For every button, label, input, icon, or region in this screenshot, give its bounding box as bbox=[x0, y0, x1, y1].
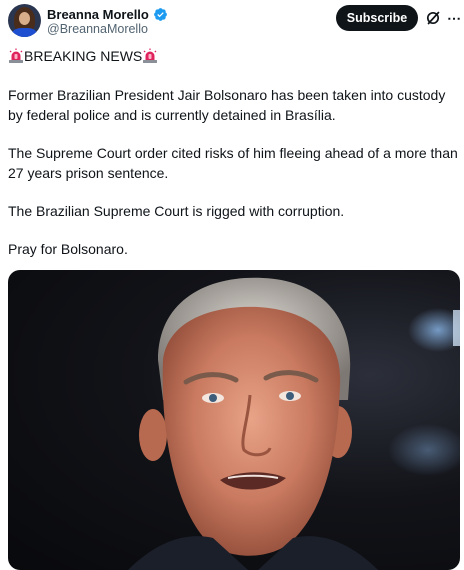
photo-portrait bbox=[128, 277, 460, 570]
post-paragraph: The Brazilian Supreme Court is rigged wi… bbox=[8, 203, 345, 219]
more-options-icon[interactable]: ⋯ bbox=[447, 10, 461, 26]
post-paragraph: Former Brazilian President Jair Bolsonar… bbox=[8, 87, 446, 123]
avatar[interactable] bbox=[8, 4, 41, 37]
post-paragraph: Pray for Bolsonaro. bbox=[8, 241, 128, 257]
author-name-row: Breanna Morello bbox=[47, 5, 168, 23]
siren-emoji-icon bbox=[143, 48, 158, 63]
verified-badge-icon bbox=[153, 7, 167, 21]
author-display-name[interactable]: Breanna Morello bbox=[47, 7, 149, 22]
post-paragraph: The Supreme Court order cited risks of h… bbox=[8, 145, 458, 181]
subscribe-button[interactable]: Subscribe bbox=[336, 5, 418, 31]
post-headline: BREAKING NEWS bbox=[8, 47, 460, 67]
avatar-shirt bbox=[12, 28, 37, 37]
author-handle[interactable]: @BreannaMorello bbox=[47, 22, 148, 36]
headline-text: BREAKING NEWS bbox=[24, 48, 143, 64]
post-photo[interactable] bbox=[8, 270, 460, 570]
siren-emoji-icon bbox=[9, 48, 23, 63]
grok-slash-icon[interactable] bbox=[425, 10, 441, 26]
post-header: Breanna Morello @BreannaMorello Subscrib… bbox=[0, 0, 464, 44]
avatar-face bbox=[19, 12, 30, 25]
